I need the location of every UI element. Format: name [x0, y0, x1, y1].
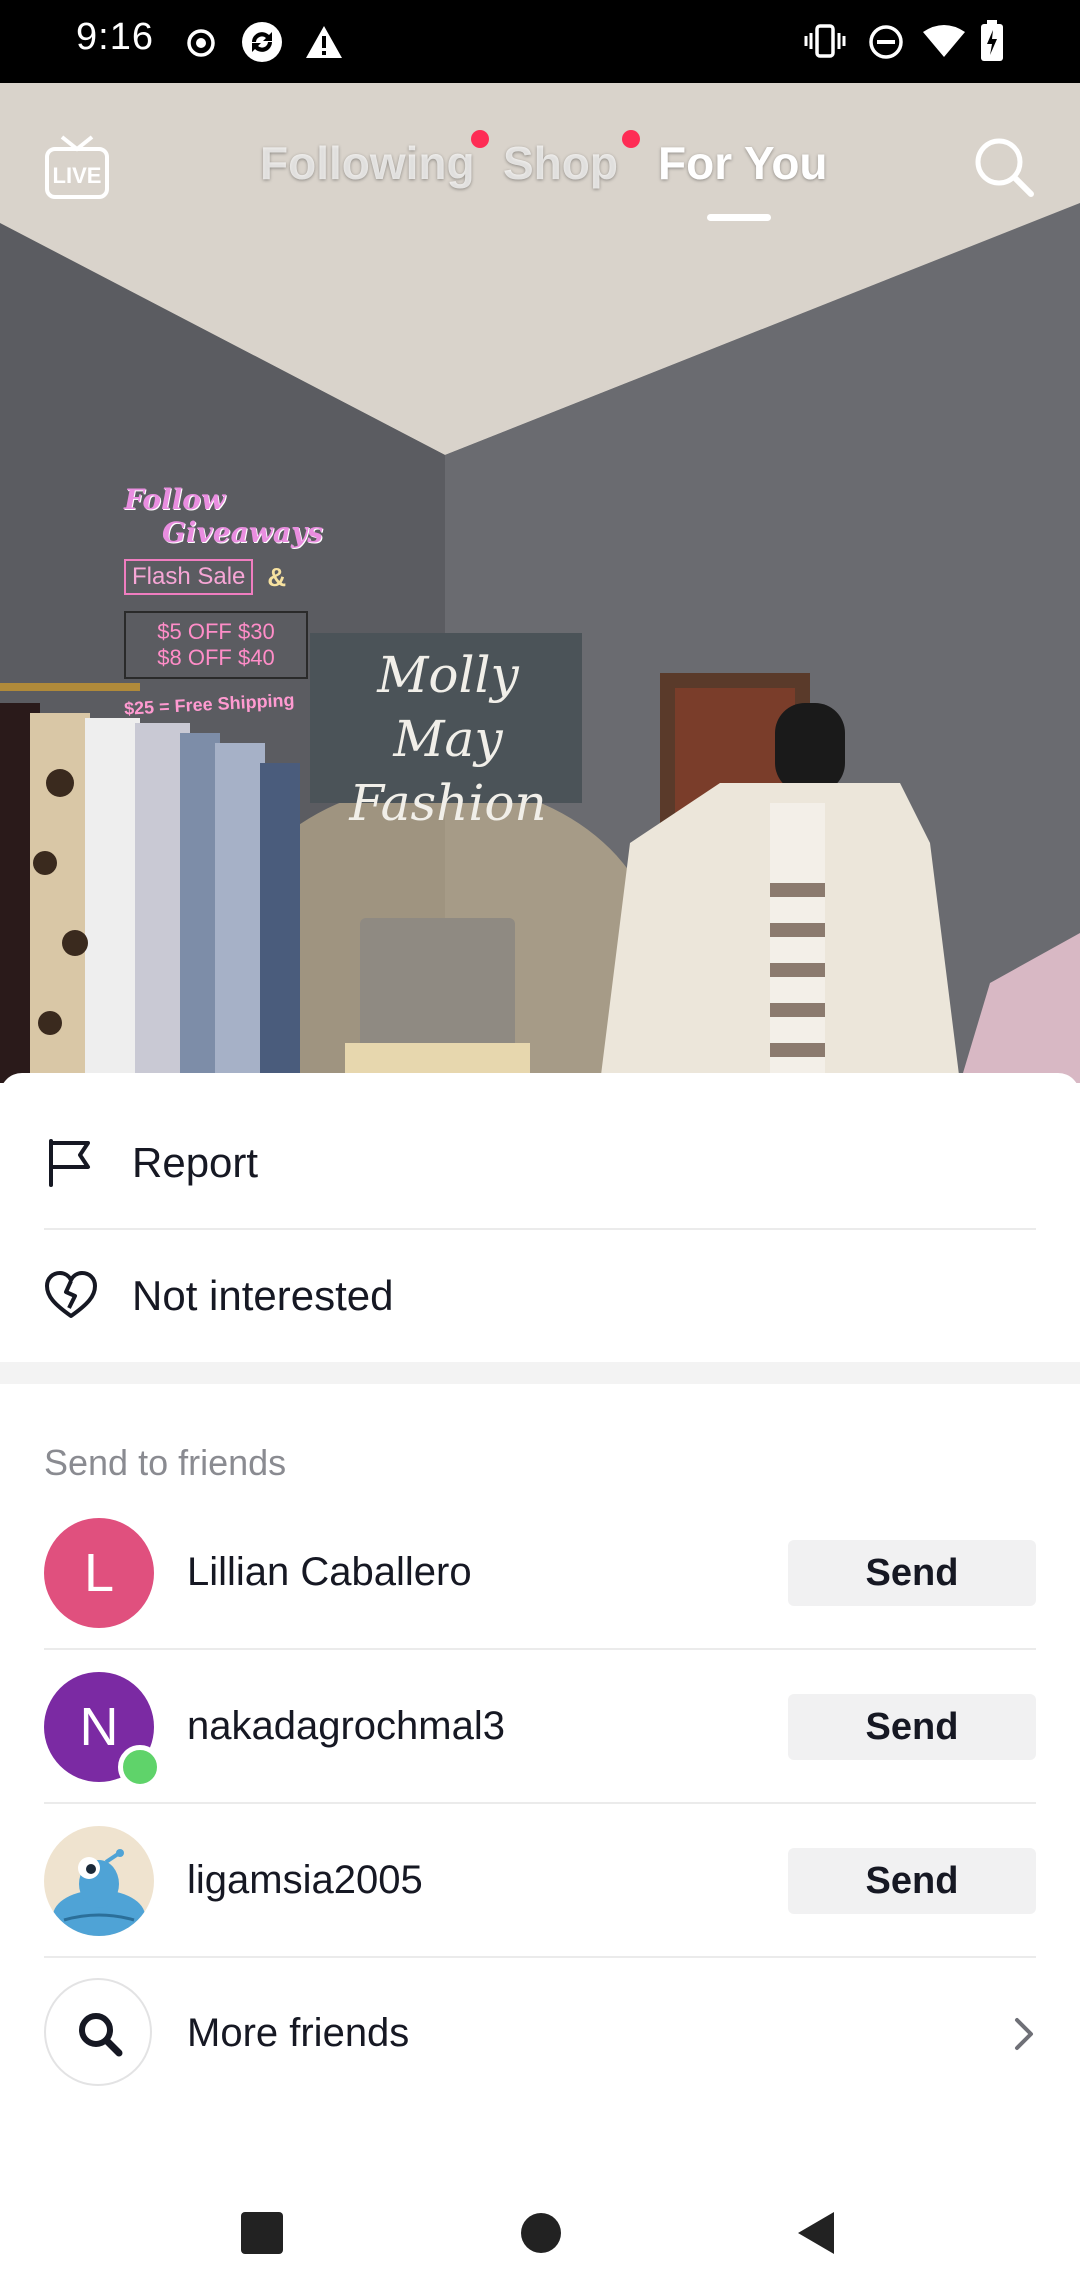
- live-button[interactable]: LIVE: [44, 133, 110, 201]
- send-button[interactable]: Send: [788, 1848, 1036, 1914]
- sign-line-1: Molly May: [377, 646, 519, 768]
- tab-following-label: Following: [260, 137, 475, 189]
- sign-line-2: Fashion: [349, 774, 547, 832]
- tab-for-you-label: For You: [658, 137, 828, 189]
- home-button[interactable]: [520, 2212, 562, 2254]
- report-label: Report: [132, 1139, 259, 1186]
- promo-offer-1: $5 OFF $30: [157, 619, 275, 644]
- system-nav-bar: [0, 2160, 1080, 2280]
- live-label: LIVE: [53, 163, 102, 188]
- friend-row[interactable]: N nakadagrochmal3 Send: [44, 1649, 1036, 1803]
- do-not-disturb-icon: [869, 25, 903, 59]
- tab-for-you[interactable]: For You: [658, 136, 828, 190]
- following-notification-dot: [470, 130, 489, 148]
- more-friends-row[interactable]: More friends: [44, 1956, 1036, 2110]
- report-action[interactable]: Report: [44, 1095, 1036, 1229]
- video-feed[interactable]: Follow Giveaways Flash Sale & $5 OFF $30…: [0, 83, 1080, 1083]
- active-tab-indicator: [707, 214, 771, 221]
- status-bar: 9:16: [0, 0, 1080, 83]
- friend-row[interactable]: ligamsia2005 Send: [44, 1803, 1036, 1957]
- promo-sticker: Follow Giveaways Flash Sale & $5 OFF $30…: [124, 483, 344, 719]
- top-nav: LIVE Following Shop For You: [0, 83, 1080, 243]
- friend-name: ligamsia2005: [187, 1858, 423, 1902]
- promo-flash-sale: Flash Sale: [124, 559, 254, 595]
- tab-shop[interactable]: Shop: [503, 130, 640, 190]
- promo-offer-2: $8 OFF $40: [157, 645, 275, 670]
- broken-heart-icon: [45, 1271, 97, 1318]
- search-icon[interactable]: [972, 135, 1036, 199]
- sync-icon: [242, 22, 282, 62]
- promo-ampersand: &: [267, 561, 287, 592]
- alien-avatar-icon: [53, 1849, 145, 1936]
- more-friends-label: More friends: [187, 2011, 410, 2055]
- vibrate-icon: [804, 24, 846, 58]
- chevron-right-icon: [1015, 2018, 1033, 2050]
- back-button[interactable]: [796, 2210, 836, 2256]
- warning-icon: [306, 26, 342, 58]
- tab-following[interactable]: Following: [260, 130, 489, 190]
- avatar: L: [44, 1518, 154, 1628]
- wifi-icon: [923, 25, 965, 57]
- tab-shop-label: Shop: [503, 137, 618, 189]
- send-to-friends-title: Send to friends: [44, 1442, 287, 1483]
- online-status-dot: [118, 1745, 162, 1789]
- section-separator: [0, 1362, 1080, 1384]
- more-friends-search-circle: [44, 1978, 152, 2086]
- not-interested-action[interactable]: Not interested: [44, 1228, 1036, 1362]
- status-time: 9:16: [76, 16, 154, 58]
- promo-giveaways: Giveaways: [162, 516, 324, 549]
- flag-icon: [49, 1139, 90, 1187]
- promo-follow: Follow: [124, 483, 226, 516]
- friend-row[interactable]: L Lillian Caballero Send: [44, 1495, 1036, 1649]
- search-icon: [79, 2013, 123, 2057]
- avatar: [44, 1826, 154, 1936]
- send-button[interactable]: Send: [788, 1540, 1036, 1606]
- recents-button[interactable]: [241, 2212, 283, 2254]
- not-interested-label: Not interested: [132, 1272, 394, 1319]
- send-button[interactable]: Send: [788, 1694, 1036, 1760]
- shop-notification-dot: [621, 130, 640, 148]
- friend-name: nakadagrochmal3: [187, 1704, 505, 1748]
- store-sign: Molly May Fashion: [318, 643, 578, 835]
- friend-name: Lillian Caballero: [187, 1550, 472, 1594]
- battery-icon: [981, 20, 1003, 61]
- record-icon: [187, 29, 215, 57]
